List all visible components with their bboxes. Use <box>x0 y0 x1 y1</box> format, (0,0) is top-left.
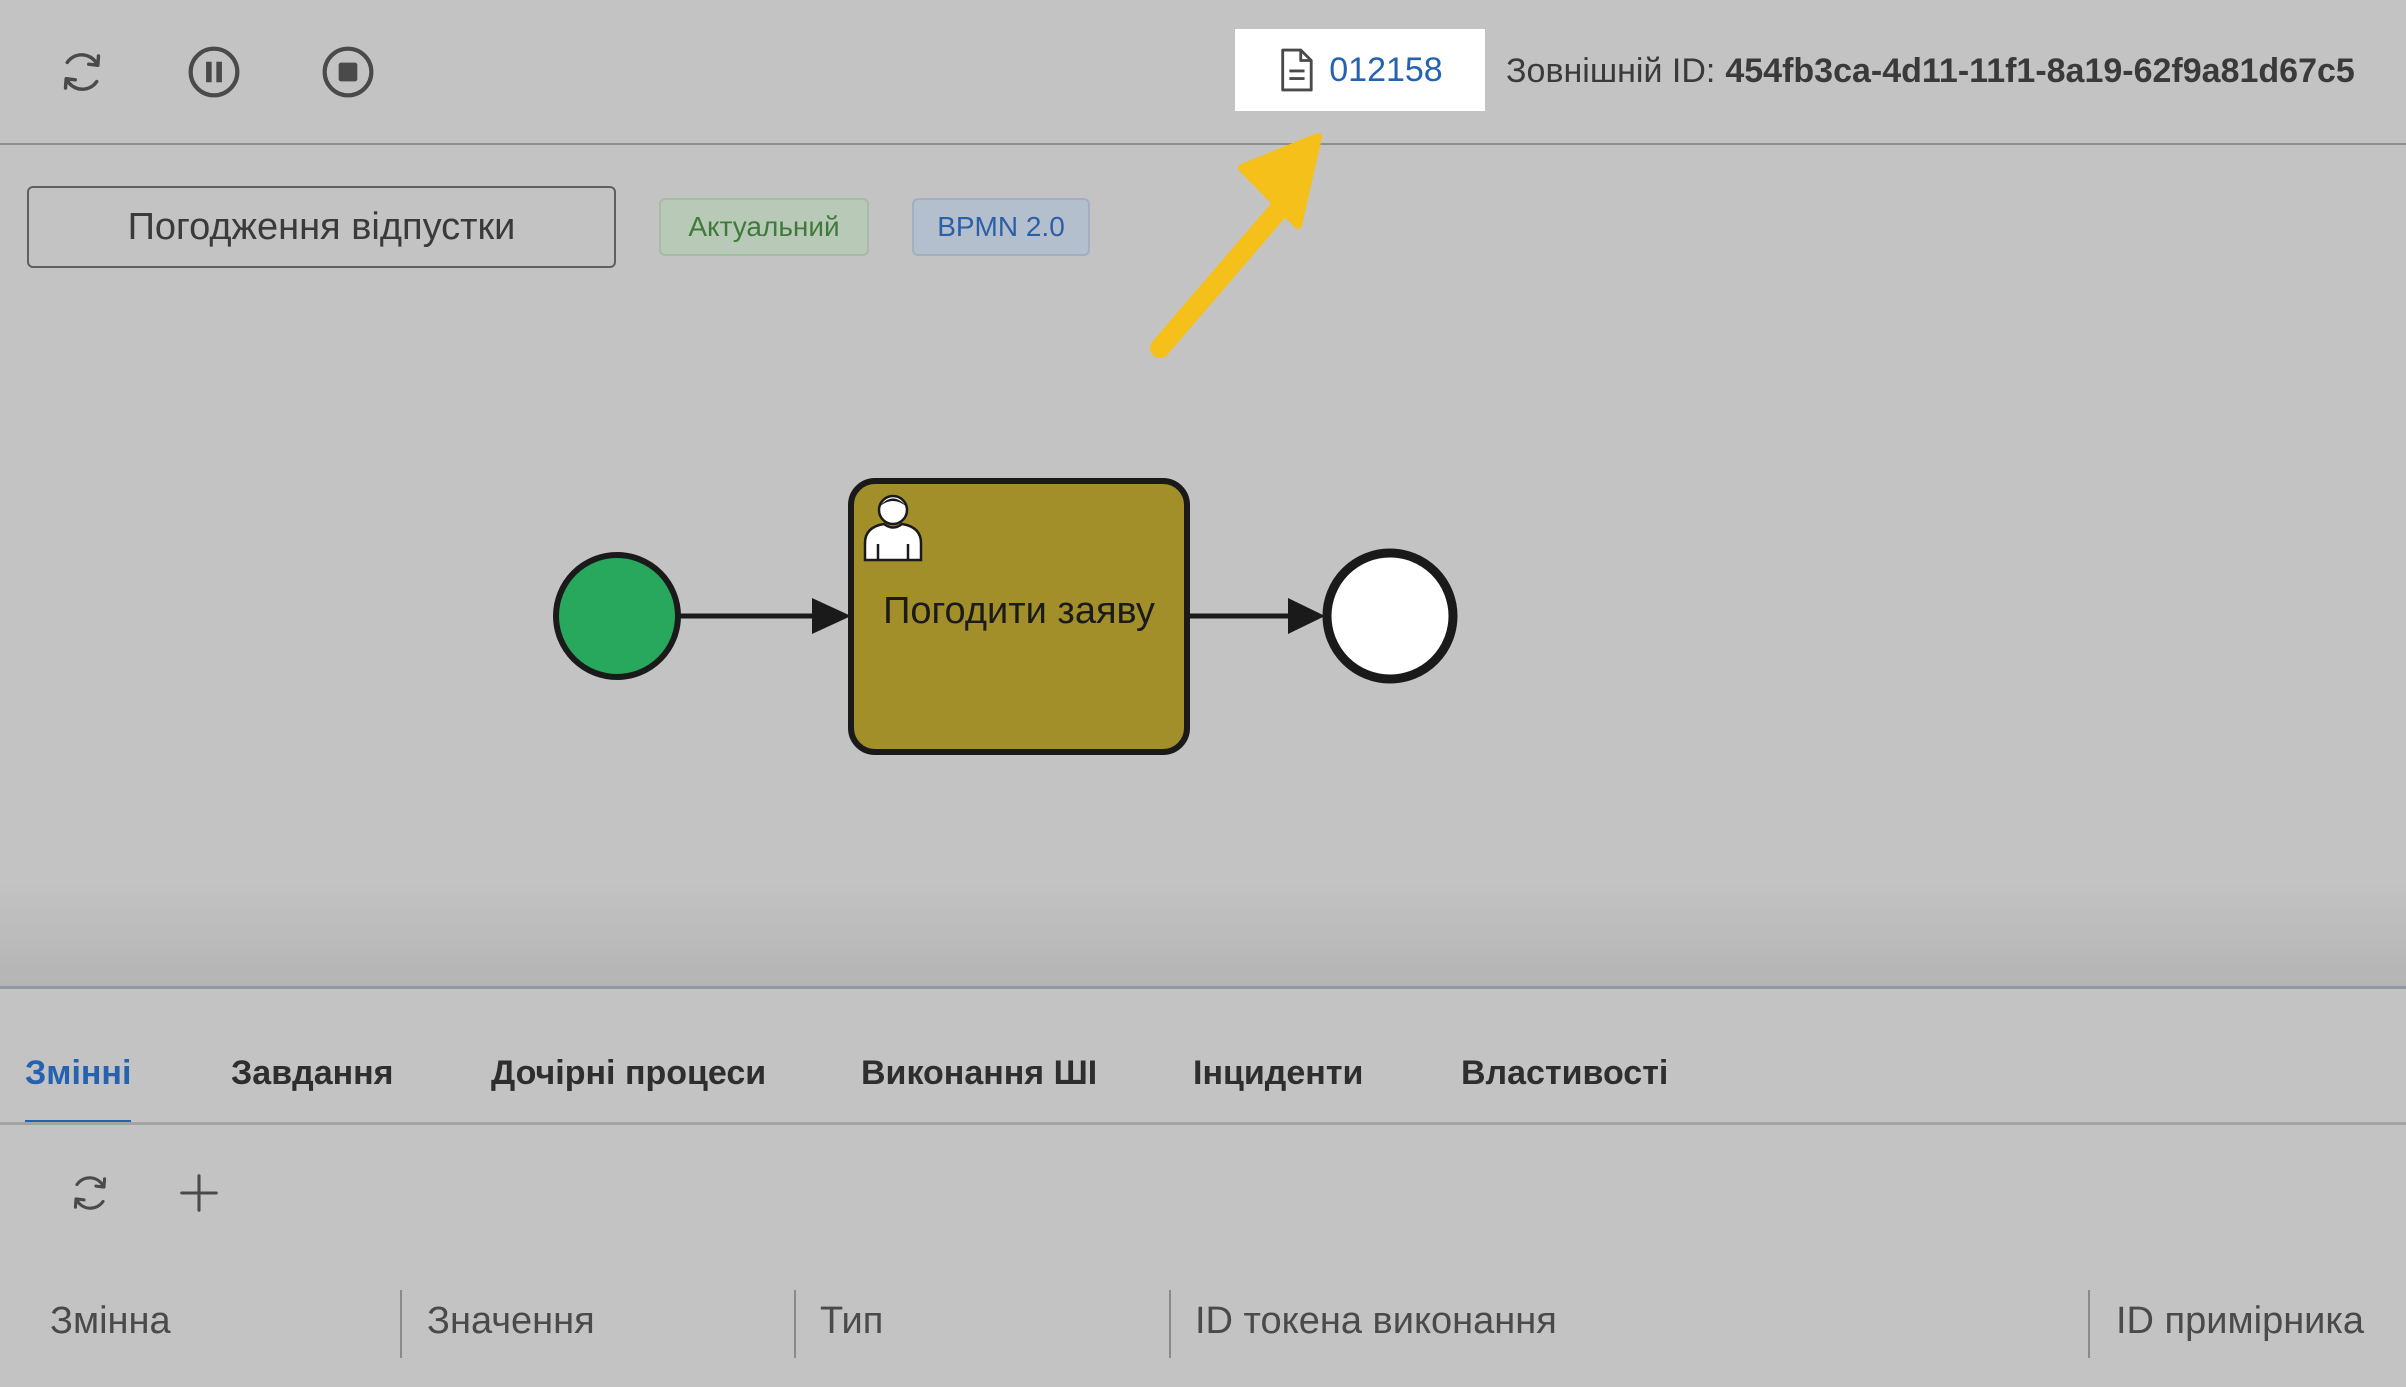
column-header-value[interactable]: Значення <box>427 1300 595 1343</box>
column-separator[interactable] <box>794 1290 796 1358</box>
add-variable-button[interactable] <box>171 1165 227 1221</box>
tab-properties[interactable]: Властивості <box>1461 1054 1668 1093</box>
tab-ai-executions[interactable]: Виконання ШІ <box>861 1054 1097 1093</box>
column-header-variable[interactable]: Змінна <box>50 1300 171 1343</box>
tab-tasks[interactable]: Завдання <box>231 1054 394 1093</box>
start-event[interactable] <box>553 552 681 680</box>
sequence-flow-2-arrowhead <box>1288 598 1325 634</box>
plus-icon <box>180 1174 218 1212</box>
tab-variables[interactable]: Змінні <box>25 1054 131 1093</box>
column-separator[interactable] <box>2088 1290 2090 1358</box>
panel-divider[interactable] <box>0 986 2406 989</box>
tab-child-processes[interactable]: Дочірні процеси <box>491 1054 766 1093</box>
column-header-type[interactable]: Тип <box>820 1300 883 1343</box>
user-task-label: Погодити заяву <box>883 590 1155 632</box>
details-tabs: Змінні Завдання Дочірні процеси Виконанн… <box>0 1040 2406 1126</box>
diagram-bottom-shade <box>0 880 2406 988</box>
column-header-instance-id[interactable]: ID примірника <box>2116 1300 2364 1343</box>
column-separator[interactable] <box>400 1290 402 1358</box>
tabs-divider <box>0 1122 2406 1125</box>
bpmn-diagram <box>553 478 1458 755</box>
tab-incidents[interactable]: Інциденти <box>1193 1054 1363 1093</box>
refresh-icon <box>73 1176 107 1210</box>
end-event[interactable] <box>1322 548 1458 684</box>
sequence-flow-1-arrowhead <box>812 598 851 634</box>
column-header-execution-token-id[interactable]: ID токена виконання <box>1195 1300 1557 1343</box>
column-separator[interactable] <box>1169 1290 1171 1358</box>
refresh-variables-button[interactable] <box>62 1165 118 1221</box>
